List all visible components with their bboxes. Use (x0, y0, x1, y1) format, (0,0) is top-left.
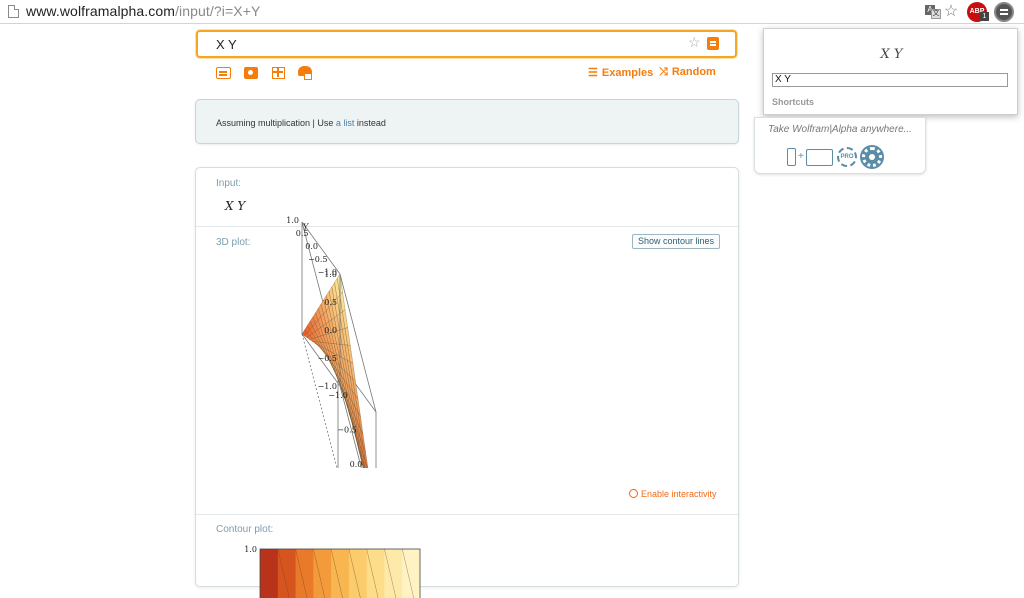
plot-3d: −1.0−1.0−1.0−0.5−0.5−0.50.00.00.00.50.50… (286, 216, 377, 468)
compute-button[interactable] (707, 37, 719, 50)
y-tick-label: 0.0 (305, 242, 318, 251)
shuffle-icon: ⤨ (659, 66, 668, 78)
contour-band (313, 549, 332, 598)
use-list-link[interactable]: a list (336, 118, 355, 128)
contour-y-tick-label: 1.0 (244, 545, 257, 554)
contour-band (402, 549, 421, 598)
device-icons: + PRO (785, 147, 905, 170)
search-input[interactable]: X Y ☆ (196, 30, 737, 58)
popup-query-input[interactable]: X Y (772, 73, 1008, 87)
gear-icon[interactable] (862, 147, 882, 167)
random-label: Random (671, 66, 716, 78)
bookmark-star-icon[interactable]: ☆ (943, 3, 959, 21)
z-tick-label: −0.5 (318, 354, 337, 363)
phone-icon[interactable] (787, 148, 796, 166)
shortcuts-link[interactable]: Shortcuts (772, 97, 814, 107)
y-axis-label: Y (303, 223, 309, 232)
z-tick-label: 0.5 (324, 298, 337, 307)
camera-icon[interactable] (244, 67, 258, 79)
x-tick-label: −1.0 (328, 391, 347, 400)
contour-band (277, 549, 297, 598)
take-wa-anywhere-panel: Take Wolfram|Alpha anywhere... + PRO (754, 117, 926, 174)
browser-address-bar[interactable]: www.wolframalpha.com/input/?i=X+Y A文 ☆ A… (0, 0, 1024, 24)
z-tick-label: −1.0 (318, 382, 337, 391)
assumption-box: Assuming multiplication | Use a list ins… (195, 99, 739, 144)
url-path: /input/?i=X+Y (175, 3, 261, 19)
adblock-count-badge: 1 (980, 12, 989, 21)
assumption-text: Assuming multiplication | Use a list ins… (216, 118, 386, 128)
contour-band (384, 549, 403, 598)
wolfram-extension-icon[interactable] (994, 2, 1014, 22)
pod-divider-2 (196, 514, 740, 515)
url-host: www.wolframalpha.com (26, 3, 176, 19)
z-tick-label: 1.0 (324, 270, 337, 279)
contour-band (260, 549, 279, 598)
popup-expression: X Y (880, 47, 903, 62)
enable-interactivity-link[interactable]: Enable interactivity (629, 489, 717, 499)
results-pod: Input: X Y 3D plot: Show contour lines −… (195, 167, 740, 598)
url-field[interactable]: www.wolframalpha.com/input/?i=X+Y (26, 3, 260, 19)
y-tick-label: −0.5 (308, 255, 327, 264)
assumption-prefix: Assuming multiplication | Use (216, 118, 336, 128)
plus-icon: + (798, 151, 804, 162)
contour-band (295, 549, 314, 598)
interactivity-icon (629, 489, 638, 498)
extended-keyboard-icon[interactable] (298, 66, 313, 80)
y-tick-label: 1.0 (286, 216, 299, 225)
tablet-icon[interactable] (806, 149, 833, 166)
contour-band (366, 549, 385, 598)
contour-band (331, 549, 350, 598)
keyboard-icon[interactable] (216, 67, 231, 79)
z-tick-label: 0.0 (324, 326, 337, 335)
menu-icon: ☰ (588, 67, 598, 79)
examples-link[interactable]: ☰ Examples (588, 66, 653, 79)
x-tick-label: −0.5 (337, 426, 356, 435)
favorite-star-icon[interactable]: ☆ (688, 34, 701, 51)
pro-badge-icon[interactable]: PRO (837, 147, 857, 167)
page-icon (8, 5, 19, 18)
enable-interactivity-label: Enable interactivity (641, 489, 717, 499)
translate-icon[interactable]: A文 (925, 3, 941, 21)
contour-plot: 1.0 (244, 545, 421, 598)
take-wa-anywhere-text: Take Wolfram|Alpha anywhere... (768, 124, 912, 135)
contour-pod-title: Contour plot: (216, 524, 274, 535)
assumption-suffix: instead (354, 118, 386, 128)
x-tick-label: 0.0 (350, 460, 363, 468)
extension-popup: X Y X Y Shortcuts (763, 28, 1018, 115)
random-link[interactable]: ⤨ Random (659, 66, 716, 79)
contour-band (348, 549, 368, 598)
table-icon[interactable] (272, 67, 285, 79)
search-query[interactable]: X Y (216, 37, 237, 52)
examples-label: Examples (601, 67, 654, 79)
